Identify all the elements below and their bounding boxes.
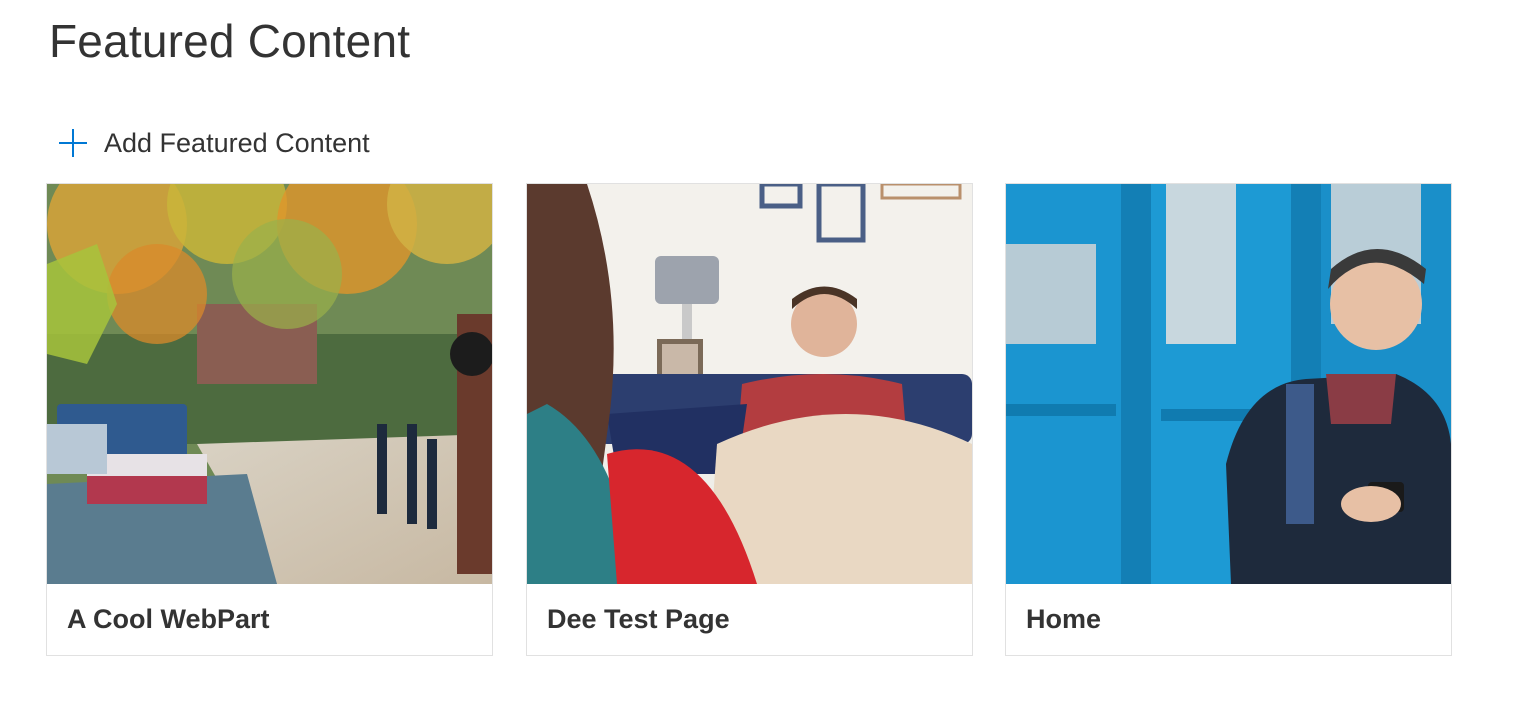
add-featured-content-button[interactable]: Add Featured Content <box>58 122 370 164</box>
card-title: Dee Test Page <box>547 604 730 634</box>
plus-icon <box>58 128 88 158</box>
page-title: Featured Content <box>49 15 411 67</box>
card-thumbnail-image <box>1006 184 1451 584</box>
content-card[interactable]: Home <box>1005 183 1452 656</box>
content-card[interactable]: Dee Test Page <box>526 183 973 656</box>
card-thumbnail-image <box>47 184 492 584</box>
card-thumbnail-image <box>527 184 972 584</box>
add-featured-content-label: Add Featured Content <box>104 127 370 158</box>
card-title: A Cool WebPart <box>67 604 270 634</box>
content-card[interactable]: A Cool WebPart <box>46 183 493 656</box>
card-title: Home <box>1026 604 1102 634</box>
featured-content-webpart: Featured Content Add Featured Content A … <box>0 0 1518 702</box>
